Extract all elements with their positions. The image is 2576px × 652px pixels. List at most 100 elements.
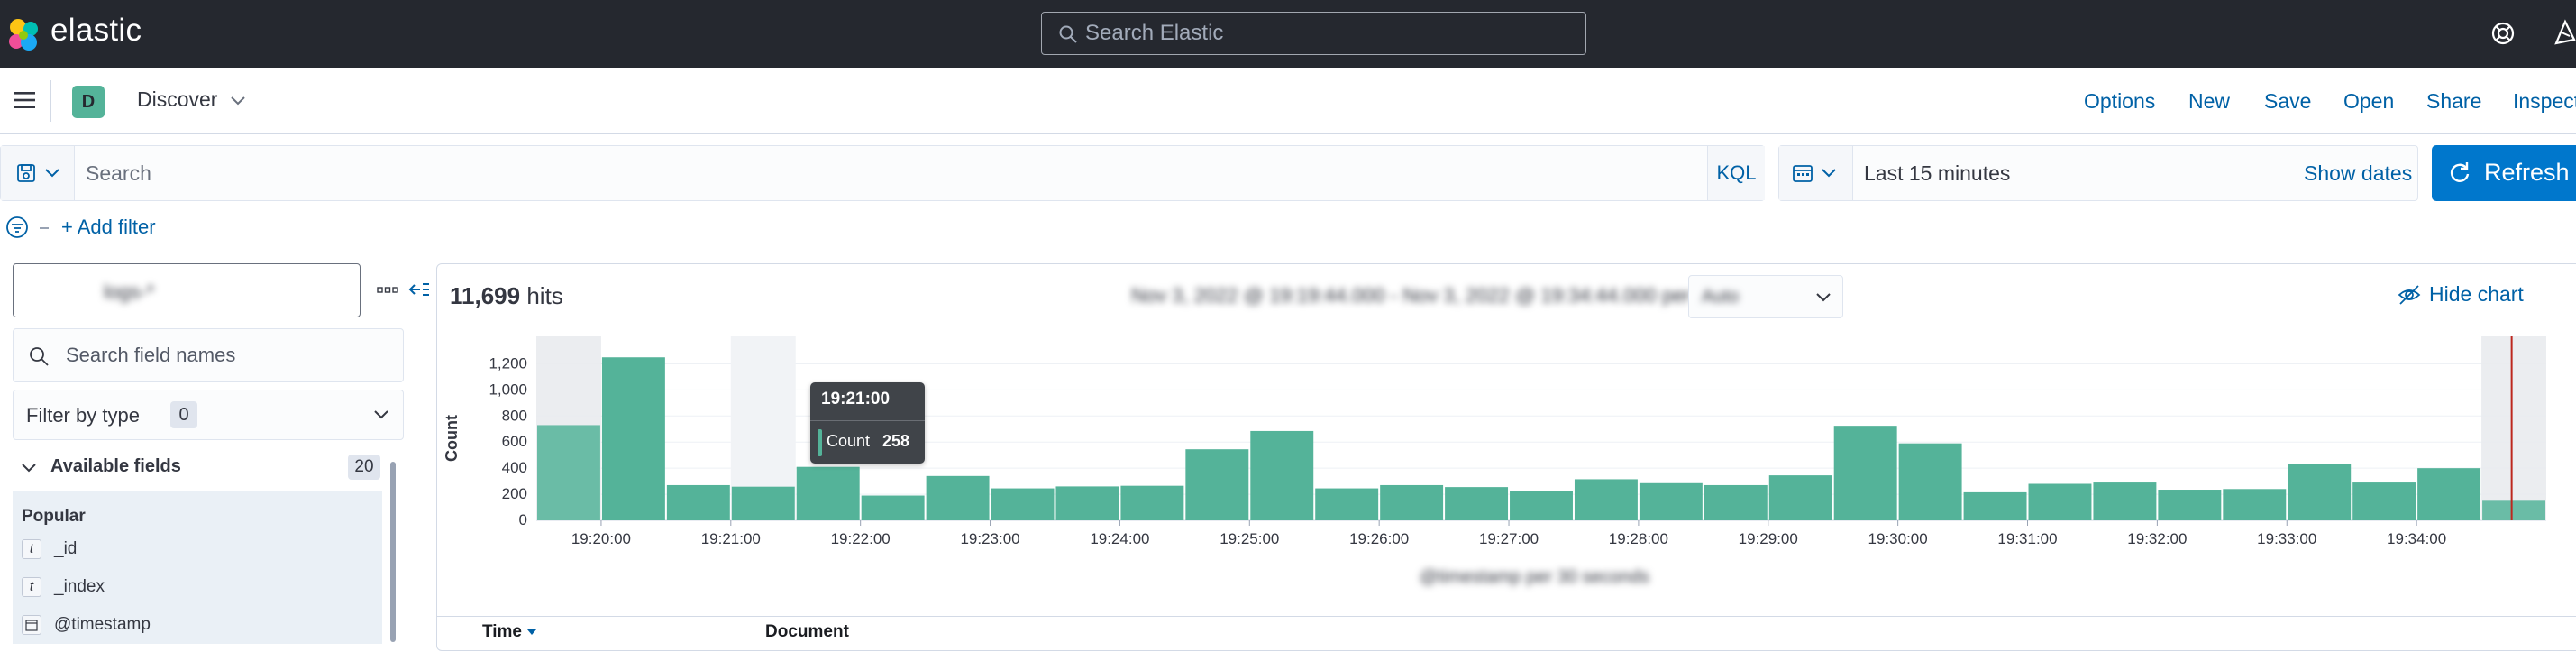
refresh-button[interactable]: Refresh [2432, 145, 2576, 201]
popular-fields-group: Popular t _id t _index @timestamp [13, 491, 382, 644]
hamburger-menu-icon[interactable] [13, 89, 36, 111]
histogram-bar [1639, 482, 1703, 520]
histogram-bar [2158, 490, 2222, 520]
hits-label: hits [526, 282, 563, 309]
histogram-bar [796, 466, 860, 520]
filter-options-icon[interactable] [5, 216, 29, 239]
hide-chart-button[interactable]: Hide chart [2398, 282, 2524, 307]
sidebar-scrollbar[interactable] [390, 462, 396, 642]
filter-by-type-button[interactable]: Filter by type 0 [13, 390, 404, 440]
partial-bucket-shade [2481, 336, 2546, 520]
available-fields-label: Available fields [50, 456, 181, 476]
options-link[interactable]: Options [2084, 89, 2155, 114]
column-time[interactable]: Time [482, 622, 537, 642]
space-avatar[interactable]: D [72, 86, 105, 118]
x-tick-label: 19:30:00 [1868, 530, 1928, 547]
string-type-icon: t [22, 539, 41, 559]
histogram-bar [1768, 475, 1832, 520]
tooltip-series-swatch [818, 429, 822, 456]
search-icon [28, 345, 50, 367]
x-axis-ticks: 19:20:00 19:21:00 19:22:00 19:23:00 19:24:00… [571, 520, 2446, 547]
x-tick-label: 19:25:00 [1219, 530, 1279, 547]
query-input[interactable] [86, 146, 1699, 200]
newsfeed-icon[interactable] [2553, 18, 2576, 47]
help-icon[interactable] [2489, 20, 2517, 47]
histogram-bar [1510, 491, 1573, 520]
histogram-bar [2223, 489, 2287, 520]
filter-divider [40, 227, 49, 229]
date-type-icon [22, 615, 41, 635]
share-link[interactable]: Share [2426, 89, 2481, 114]
y-axis-title: Count [443, 415, 461, 462]
query-language-button[interactable]: KQL [1707, 146, 1765, 200]
x-tick-label: 19:27:00 [1479, 530, 1539, 547]
chevron-down-icon[interactable] [229, 95, 247, 107]
index-pattern-selector[interactable]: logs-* [13, 263, 361, 317]
hits-count: 11,699 [450, 282, 521, 309]
hits-counter: 11,699 hits [450, 282, 563, 310]
field-search-input[interactable] [66, 329, 390, 381]
filter-count-badge: 0 [170, 401, 197, 428]
app-header: D Discover Options New Save Open Share I… [0, 68, 2576, 134]
date-range[interactable]: Last 15 minutes [1864, 161, 2010, 186]
show-dates-button[interactable]: Show dates [2304, 161, 2412, 186]
filter-by-type-label: Filter by type [26, 404, 140, 427]
field-name: _id [54, 539, 78, 558]
header-divider [50, 80, 51, 122]
histogram-bar [601, 357, 665, 520]
new-link[interactable]: New [2188, 89, 2230, 114]
elastic-logo-icon[interactable] [5, 16, 43, 54]
add-filter-button[interactable]: + Add filter [61, 216, 156, 239]
quick-menu-button[interactable] [1779, 146, 1853, 200]
x-tick-label: 19:31:00 [1997, 530, 2057, 547]
histogram-bar [2288, 464, 2352, 520]
histogram-bar [2482, 500, 2545, 520]
histogram-bar [1704, 484, 1768, 520]
save-link[interactable]: Save [2264, 89, 2311, 114]
histogram-bar [1250, 430, 1314, 520]
tooltip-title: 19:21:00 [821, 390, 891, 409]
y-tick-label: 600 [502, 433, 527, 450]
query-bar: KQL [0, 145, 1765, 201]
popular-label: Popular [22, 507, 86, 526]
interval-select[interactable]: Auto [1688, 275, 1843, 318]
field-name: _index [54, 577, 105, 596]
histogram-chart[interactable]: Count 02004006008001,0001,200 19:20:00 19… [437, 336, 2576, 571]
available-fields-toggle[interactable]: Available fields 20 [13, 451, 382, 487]
chevron-down-icon [1815, 292, 1832, 303]
histogram-bar [1574, 479, 1638, 520]
y-tick-label: 1,200 [489, 354, 527, 372]
histogram-bar [1120, 485, 1184, 520]
x-tick-label: 19:29:00 [1739, 530, 1798, 547]
histogram-bar [1898, 443, 1962, 520]
histogram-bar [926, 475, 990, 520]
histogram-bar [537, 425, 600, 520]
y-tick-label: 0 [519, 511, 527, 528]
hide-chart-label: Hide chart [2429, 282, 2524, 306]
field-name: @timestamp [54, 615, 151, 634]
y-axis-ticks: 0 200 400 600 800 1,000 1,200 [489, 354, 527, 528]
elastic-logo-text[interactable]: elastic [50, 13, 142, 49]
x-tick-label: 19:34:00 [2387, 530, 2446, 547]
search-icon [1058, 24, 1078, 44]
breadcrumb-discover[interactable]: Discover [137, 87, 217, 112]
more-options-icon[interactable] [377, 287, 398, 294]
histogram-bar [1380, 484, 1444, 520]
inspect-link[interactable]: Inspect [2513, 89, 2576, 114]
global-search[interactable] [1041, 12, 1586, 55]
field-search[interactable] [13, 328, 404, 382]
collapse-sidebar-icon[interactable] [407, 278, 431, 301]
document-table-header: Time Document [437, 616, 2576, 652]
saved-query-button[interactable] [1, 146, 75, 200]
histogram-bar [2028, 483, 2092, 520]
open-link[interactable]: Open [2343, 89, 2394, 114]
global-search-input[interactable] [1085, 13, 1572, 54]
x-tick-label: 19:26:00 [1349, 530, 1409, 547]
histogram-bar [666, 484, 730, 520]
histogram-bar [1315, 488, 1379, 520]
y-tick-label: 400 [502, 459, 527, 476]
string-type-icon: t [22, 577, 41, 597]
x-tick-label: 19:20:00 [571, 530, 631, 547]
x-tick-label: 19:21:00 [701, 530, 761, 547]
x-tick-label: 19:32:00 [2127, 530, 2187, 547]
